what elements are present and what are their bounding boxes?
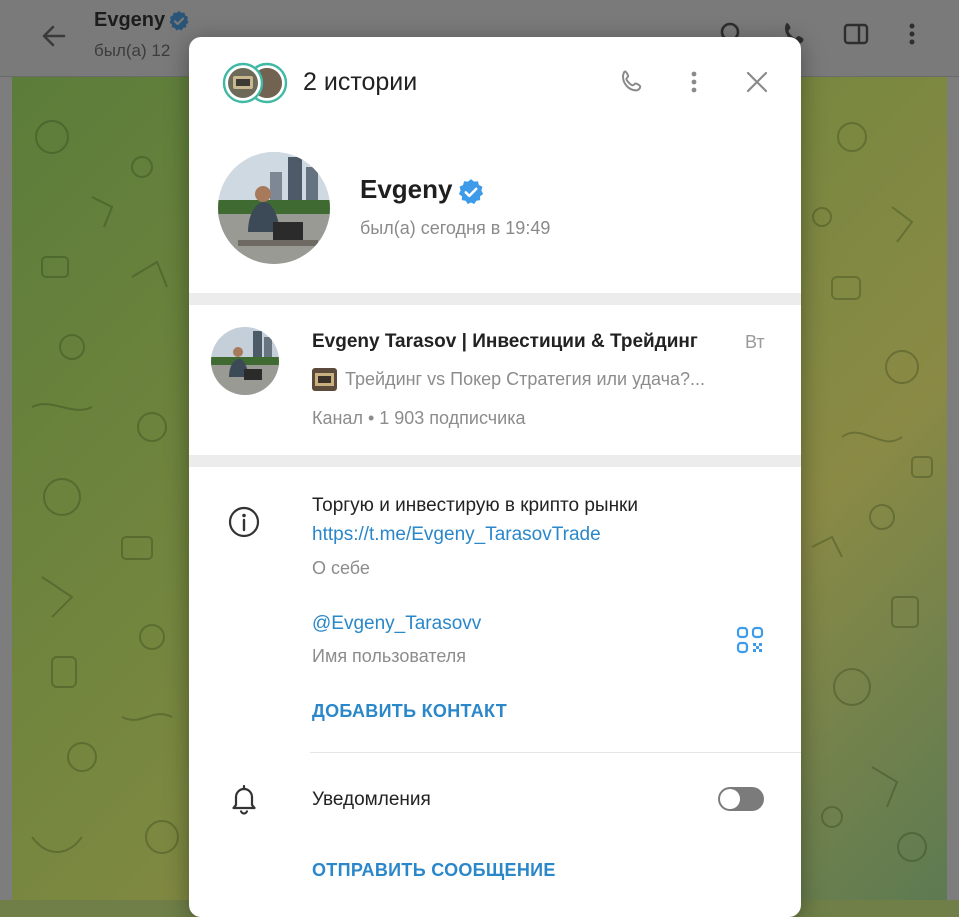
- channel-avatar[interactable]: [211, 327, 279, 395]
- thumbnail-image: [312, 368, 337, 391]
- channel-meta: Канал • 1 903 подписчика: [312, 408, 526, 428]
- channel-avatar-image: [211, 327, 279, 395]
- phone-icon[interactable]: [617, 67, 647, 97]
- username-label: Имя пользователя: [312, 646, 467, 666]
- verified-icon: [458, 179, 484, 205]
- info-icon: [228, 506, 260, 538]
- add-contact-button[interactable]: ДОБАВИТЬ КОНТАКТ: [312, 701, 507, 722]
- channel-name[interactable]: Evgeny Tarasov | Инвестиции & Трейдинг: [312, 331, 698, 353]
- send-message-button[interactable]: ОТПРАВИТЬ СООБЩЕНИЕ: [312, 860, 556, 881]
- toggle-knob: [720, 789, 740, 809]
- bio-text: Торгую и инвестирую в крипто рынки: [312, 495, 638, 516]
- channel-preview-thumbnail: [312, 368, 337, 391]
- notifications-label: Уведомления: [312, 789, 431, 810]
- more-vertical-icon[interactable]: [896, 18, 928, 50]
- channel-last-post[interactable]: Трейдинг vs Покер Стратегия или удача?..…: [345, 369, 705, 390]
- more-vertical-icon[interactable]: [679, 67, 709, 97]
- bio-link[interactable]: https://t.me/Evgeny_TarasovTrade: [312, 524, 601, 546]
- username[interactable]: @Evgeny_Tarasovv: [312, 613, 481, 635]
- sidebar-icon[interactable]: [840, 18, 872, 50]
- close-icon[interactable]: [742, 67, 772, 97]
- channel-time: Вт: [745, 332, 765, 352]
- chat-status: был(а) 12: [94, 41, 171, 60]
- verified-icon: [169, 10, 189, 31]
- bio-label: О себе: [312, 558, 370, 578]
- notifications-toggle[interactable]: [718, 787, 764, 811]
- section-divider: [189, 455, 801, 467]
- profile-photo[interactable]: [218, 152, 330, 264]
- profile-name: Evgeny: [360, 174, 453, 204]
- right-strip: [947, 77, 959, 900]
- profile-status: был(а) сегодня в 19:49: [360, 218, 551, 238]
- stories-label[interactable]: 2 истории: [303, 68, 417, 97]
- qr-code-icon[interactable]: [735, 625, 765, 655]
- bell-icon: [232, 784, 256, 815]
- divider: [310, 752, 801, 753]
- profile-photo-image: [218, 152, 330, 264]
- left-strip: [0, 77, 12, 900]
- stories-avatars[interactable]: [221, 62, 289, 104]
- chat-title[interactable]: Evgeny: [94, 9, 165, 32]
- section-divider: [189, 293, 801, 305]
- back-arrow-icon[interactable]: [38, 20, 70, 52]
- profile-modal: 2 истории Evgeny был(а) сегодня в 19:49: [189, 37, 801, 917]
